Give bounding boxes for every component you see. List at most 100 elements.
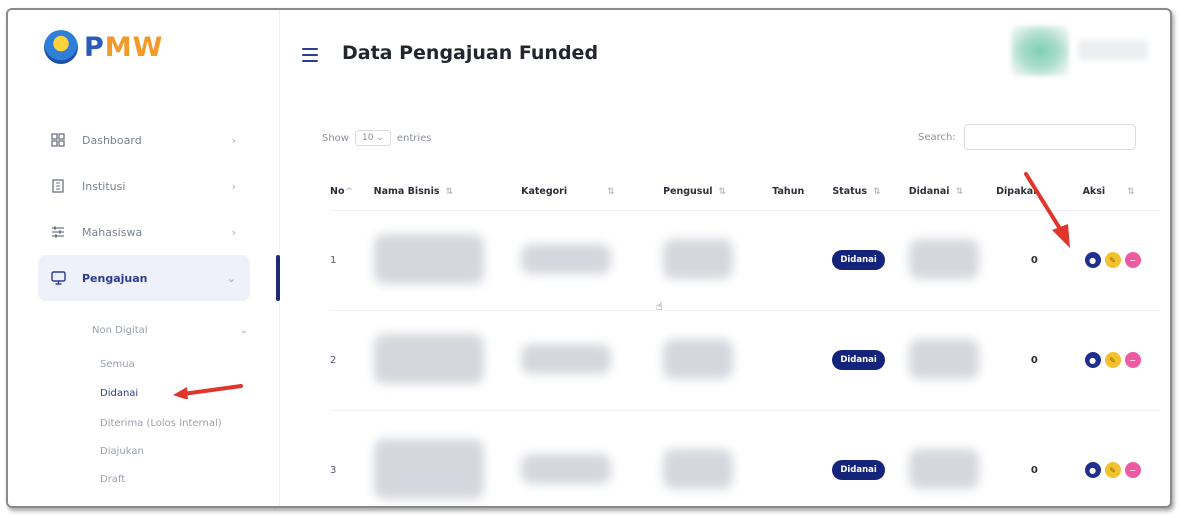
- cell-dipakai: 0: [996, 410, 1073, 506]
- submenu-item-draft[interactable]: Draft: [100, 474, 125, 485]
- sidebar: PMW Dashboard › Institusi › Mahasiswa › …: [8, 10, 280, 506]
- sidebar-nav: Dashboard › Institusi › Mahasiswa › Peng…: [8, 117, 280, 301]
- cell-status: Didanai: [832, 310, 909, 411]
- logo-text: PMW: [84, 31, 164, 63]
- cell-nama-bisnis-redacted: [373, 410, 522, 506]
- cell-kategori-redacted: [521, 410, 664, 506]
- status-badge: Didanai: [832, 350, 885, 370]
- cell-no: 3: [330, 410, 374, 506]
- page-title: Data Pengajuan Funded: [342, 42, 599, 64]
- annotation-arrow: [1024, 172, 1070, 248]
- entries-select[interactable]: 10 ⌄: [354, 130, 391, 146]
- cell-didanai-redacted: [908, 210, 997, 311]
- sidebar-item-pengajuan[interactable]: Pengajuan ⌄: [38, 255, 280, 301]
- monitor-icon: [50, 270, 66, 286]
- col-header-no[interactable]: No^: [330, 174, 374, 211]
- col-header-pengusul[interactable]: Pengusul ⇅: [663, 174, 773, 211]
- sidebar-item-label: Dashboard: [82, 133, 142, 147]
- view-icon[interactable]: ●: [1084, 462, 1101, 478]
- submenu-heading-label: Non Digital: [92, 325, 148, 336]
- cursor-icon: ☝: [656, 300, 663, 313]
- cell-tahun: [772, 310, 833, 411]
- search-control: Search:: [918, 124, 1136, 150]
- cell-tahun: [772, 210, 833, 311]
- active-indicator: [276, 255, 280, 301]
- avatar[interactable]: [1011, 26, 1069, 76]
- cell-pengusul-redacted: [663, 310, 773, 411]
- chevron-right-icon: ›: [231, 225, 236, 239]
- col-header-aksi[interactable]: Aksi ⇅: [1072, 174, 1160, 211]
- col-header-tahun[interactable]: Tahun: [772, 174, 833, 211]
- cell-didanai-redacted: [908, 310, 997, 411]
- submenu-item-diterima[interactable]: Diterima (Lolos Internal): [100, 418, 222, 429]
- sidebar-item-dashboard[interactable]: Dashboard ›: [38, 117, 250, 163]
- sidebar-item-institusi[interactable]: Institusi ›: [38, 163, 250, 209]
- cell-pengusul-redacted: [663, 210, 773, 311]
- cell-kategori-redacted: [521, 210, 664, 311]
- chevron-right-icon: ›: [231, 133, 236, 147]
- cell-didanai-redacted: [908, 410, 997, 506]
- cell-kategori-redacted: [521, 310, 664, 411]
- delete-icon[interactable]: −: [1124, 352, 1141, 368]
- edit-icon[interactable]: ✎: [1104, 352, 1121, 368]
- entries-control: Show 10 ⌄ entries: [322, 130, 432, 146]
- menu-toggle-icon[interactable]: [302, 48, 318, 62]
- chevron-right-icon: ›: [231, 179, 236, 193]
- data-table-card: Show 10 ⌄ entries Search: No^ Nama Bisni…: [298, 100, 1160, 506]
- sidebar-item-mahasiswa[interactable]: Mahasiswa ›: [38, 209, 250, 255]
- cell-aksi: ● ✎ −: [1072, 210, 1160, 311]
- submenu-item-semua[interactable]: Semua: [100, 359, 135, 370]
- sort-icon: ⇅: [955, 187, 964, 198]
- user-name[interactable]: [1078, 40, 1148, 60]
- building-icon: [50, 178, 66, 194]
- show-label: Show: [322, 132, 349, 144]
- view-icon[interactable]: ●: [1084, 352, 1101, 368]
- submenu-item-didanai[interactable]: Didanai: [100, 388, 138, 399]
- table-row[interactable]: 3 Didanai 0 ● ✎ −: [330, 410, 1160, 506]
- logo[interactable]: PMW: [44, 30, 163, 64]
- status-badge: Didanai: [832, 460, 885, 480]
- entries-value: 10: [361, 133, 374, 143]
- sort-icon: ⇅: [1127, 187, 1135, 198]
- sort-icon: ⇅: [445, 187, 454, 198]
- cell-dipakai: 0: [996, 310, 1073, 411]
- submenu-item-diajukan[interactable]: Diajukan: [100, 446, 144, 457]
- delete-icon[interactable]: −: [1124, 252, 1141, 268]
- cell-status: Didanai: [832, 210, 909, 311]
- cell-nama-bisnis-redacted: [373, 310, 522, 411]
- edit-icon[interactable]: ✎: [1104, 462, 1121, 478]
- cell-no: 2: [330, 310, 374, 411]
- app-window: PMW Dashboard › Institusi › Mahasiswa › …: [6, 8, 1172, 508]
- delete-icon[interactable]: −: [1124, 462, 1141, 478]
- sidebar-item-label: Institusi: [82, 179, 126, 193]
- view-icon[interactable]: ●: [1084, 252, 1101, 268]
- cell-tahun: [772, 410, 833, 506]
- cell-aksi: ● ✎ −: [1072, 310, 1160, 411]
- chevron-down-icon: ⌄: [239, 325, 248, 336]
- sort-icon: ⇅: [718, 187, 727, 198]
- status-badge: Didanai: [832, 250, 885, 270]
- entries-label: entries: [396, 132, 432, 144]
- col-header-kategori[interactable]: Kategori ⇅: [521, 174, 664, 211]
- grid-icon: [50, 132, 66, 148]
- sort-icon: ^: [345, 187, 354, 198]
- cell-status: Didanai: [832, 410, 909, 506]
- edit-icon[interactable]: ✎: [1104, 252, 1121, 268]
- cell-no: 1: [330, 210, 374, 311]
- cell-pengusul-redacted: [663, 410, 773, 506]
- chevron-down-icon: ⌄: [226, 271, 236, 285]
- sidebar-item-label: Mahasiswa: [82, 225, 143, 239]
- table-row[interactable]: 2 Didanai 0 ● ✎ −: [330, 310, 1160, 411]
- sidebar-item-label: Pengajuan: [82, 271, 148, 285]
- sort-icon: ⇅: [873, 187, 881, 198]
- emblem-icon: [44, 30, 78, 64]
- annotation-arrow: [173, 384, 243, 399]
- col-header-status[interactable]: Status ⇅: [832, 174, 909, 211]
- search-label: Search:: [918, 131, 956, 143]
- submenu-non-digital[interactable]: Non Digital ⌄: [92, 325, 252, 336]
- col-header-nama-bisnis[interactable]: Nama Bisnis ⇅: [373, 174, 522, 211]
- sliders-icon: [50, 224, 66, 240]
- cell-aksi: ● ✎ −: [1072, 410, 1160, 506]
- search-input[interactable]: [963, 124, 1136, 150]
- col-header-didanai[interactable]: Didanai ⇅: [908, 174, 997, 211]
